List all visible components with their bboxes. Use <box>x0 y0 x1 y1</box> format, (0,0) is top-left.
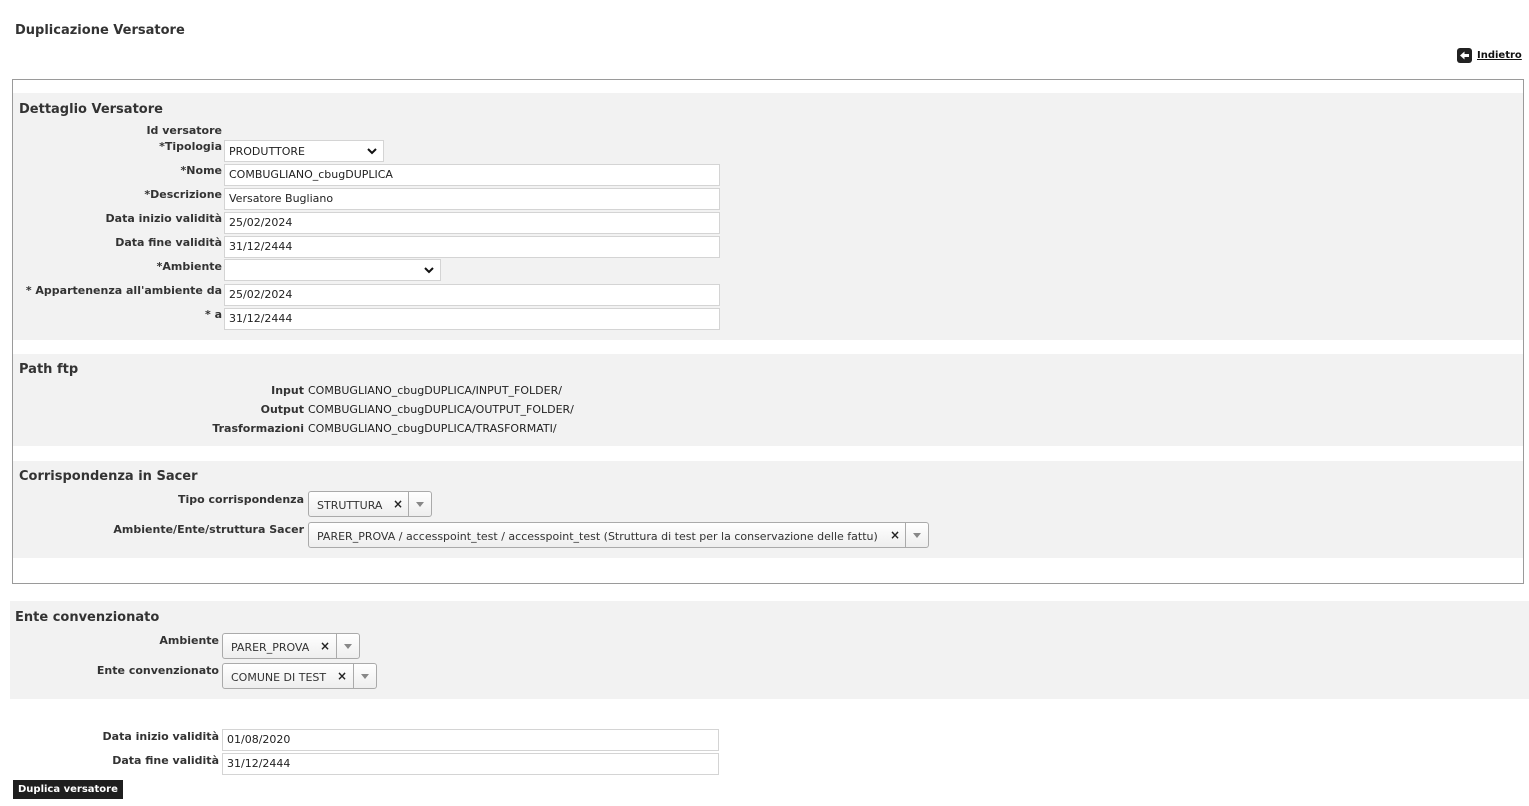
clear-icon[interactable]: × <box>337 669 347 683</box>
a-label: * a <box>204 308 222 321</box>
corrispondenza-title: Corrispondenza in Sacer <box>19 469 198 484</box>
struttura-sacer-label: Ambiente/Ente/struttura Sacer <box>113 523 304 536</box>
input-path-label: Input <box>271 384 304 397</box>
validita-inizio-label: Data inizio validità <box>102 730 219 743</box>
ente-title: Ente convenzionato <box>15 610 160 625</box>
dropdown-arrow-icon[interactable] <box>336 634 359 658</box>
versatore-form-box: Dettaglio Versatore Id versatore *Tipolo… <box>12 79 1524 584</box>
nome-label: *Nome <box>180 164 222 177</box>
nome-input[interactable]: COMBUGLIANO_cbugDUPLICA <box>224 164 720 186</box>
id-versatore-label: Id versatore <box>146 124 222 137</box>
struttura-sacer-value: PARER_PROVA / accesspoint_test / accessp… <box>317 530 878 543</box>
tipologia-value: PRODUTTORE <box>229 145 305 158</box>
ente-section: Ente convenzionato Ambiente PARER_PROVA … <box>10 601 1529 699</box>
page-title: Duplicazione Versatore <box>15 23 185 38</box>
appartenenza-label: * Appartenenza all'ambiente da <box>25 284 222 297</box>
clear-icon[interactable]: × <box>890 528 900 542</box>
dettaglio-section: Dettaglio Versatore Id versatore *Tipolo… <box>13 93 1523 340</box>
appartenenza-row: * Appartenenza all'ambiente da <box>13 284 222 306</box>
clear-icon[interactable]: × <box>393 497 403 511</box>
chevron-down-icon <box>367 148 377 155</box>
dropdown-arrow-icon[interactable] <box>408 492 431 516</box>
data-inizio-label: Data inizio validità <box>105 212 222 225</box>
tipo-corrispondenza-label: Tipo corrispondenza <box>177 493 304 506</box>
ente-ambiente-value: PARER_PROVA <box>231 641 310 654</box>
tipo-corrispondenza-value: STRUTTURA <box>317 499 383 512</box>
path-ftp-section: Path ftp Input COMBUGLIANO_cbugDUPLICA/I… <box>13 354 1523 446</box>
validita-inizio-input[interactable]: 01/08/2020 <box>222 729 719 751</box>
ambiente-row: *Ambiente <box>13 260 222 282</box>
output-path-label: Output <box>260 403 304 416</box>
ambiente-label: *Ambiente <box>156 260 222 273</box>
ambiente-select[interactable] <box>224 259 441 281</box>
clear-icon[interactable]: × <box>320 639 330 653</box>
tipologia-row: *Tipologia <box>13 140 222 162</box>
data-inizio-row: Data inizio validità <box>13 212 222 234</box>
back-link[interactable]: Indietro <box>1457 48 1522 63</box>
ente-ambiente-label: Ambiente <box>159 634 219 647</box>
tipologia-select[interactable]: PRODUTTORE <box>224 140 384 162</box>
ente-convenzionato-value: COMUNE DI TEST <box>231 671 327 684</box>
data-fine-row: Data fine validità <box>13 236 222 258</box>
ente-ambiente-select[interactable]: PARER_PROVA × <box>222 633 360 659</box>
output-path-value: COMBUGLIANO_cbugDUPLICA/OUTPUT_FOLDER/ <box>308 403 574 416</box>
back-arrow-icon <box>1457 48 1472 63</box>
a-row: * a <box>13 308 222 330</box>
ente-convenzionato-select[interactable]: COMUNE DI TEST × <box>222 663 377 689</box>
data-fine-label: Data fine validità <box>115 236 222 249</box>
data-inizio-input[interactable]: 25/02/2024 <box>224 212 720 234</box>
validita-fine-label: Data fine validità <box>112 754 219 767</box>
a-input[interactable]: 31/12/2444 <box>224 308 720 330</box>
input-path-value: COMBUGLIANO_cbugDUPLICA/INPUT_FOLDER/ <box>308 384 562 397</box>
struttura-sacer-select[interactable]: PARER_PROVA / accesspoint_test / accessp… <box>308 522 929 548</box>
descrizione-label: *Descrizione <box>144 188 222 201</box>
duplica-versatore-button[interactable]: Duplica versatore <box>13 780 123 799</box>
dettaglio-title: Dettaglio Versatore <box>19 102 163 117</box>
appartenenza-input[interactable]: 25/02/2024 <box>224 284 720 306</box>
ente-convenzionato-label: Ente convenzionato <box>96 664 219 677</box>
dropdown-arrow-icon[interactable] <box>905 523 928 547</box>
nome-row: *Nome <box>13 164 222 186</box>
data-fine-input[interactable]: 31/12/2444 <box>224 236 720 258</box>
corrispondenza-section: Corrispondenza in Sacer Tipo corrisponde… <box>13 461 1523 558</box>
back-link-label: Indietro <box>1477 50 1522 61</box>
trasformazioni-path-value: COMBUGLIANO_cbugDUPLICA/TRASFORMATI/ <box>308 422 557 435</box>
tipo-corrispondenza-select[interactable]: STRUTTURA × <box>308 491 432 517</box>
path-ftp-title: Path ftp <box>19 362 79 377</box>
dropdown-arrow-icon[interactable] <box>353 664 376 688</box>
descrizione-row: *Descrizione <box>13 188 222 210</box>
descrizione-input[interactable]: Versatore Bugliano <box>224 188 720 210</box>
validita-fine-input[interactable]: 31/12/2444 <box>222 753 719 775</box>
tipologia-label: *Tipologia <box>159 140 222 153</box>
trasformazioni-path-label: Trasformazioni <box>212 422 304 435</box>
chevron-down-icon <box>424 267 434 274</box>
